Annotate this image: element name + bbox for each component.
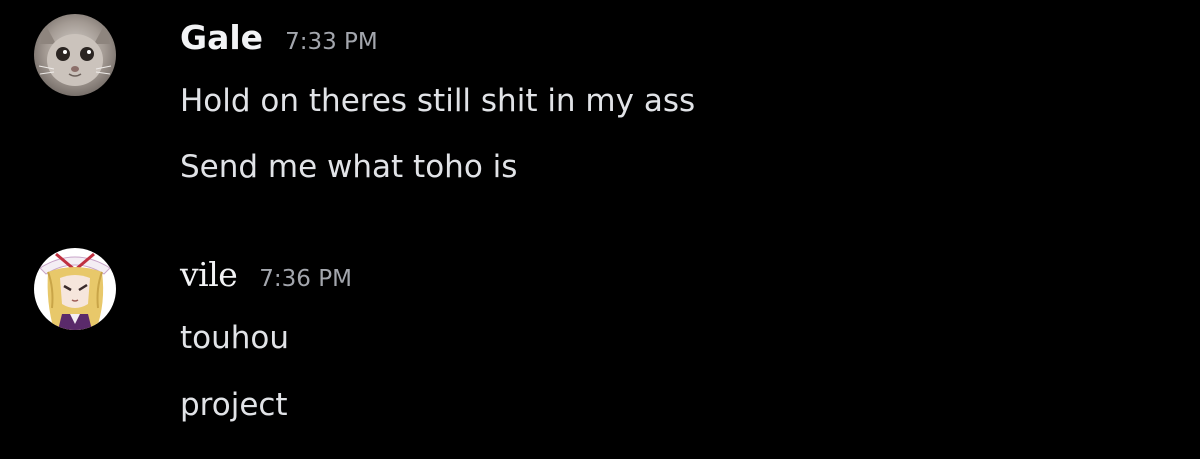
message-header: Gale 7:33 PM xyxy=(180,18,378,57)
message-text: Hold on theres still shit in my ass xyxy=(180,83,696,119)
message-text: project xyxy=(180,387,288,423)
timestamp: 7:36 PM xyxy=(259,266,352,292)
chat-messages: Gale 7:33 PM Hold on theres still shit i… xyxy=(0,0,1200,459)
message-header: vile 7:36 PM xyxy=(180,255,352,294)
timestamp: 7:33 PM xyxy=(285,29,378,55)
message-text: touhou xyxy=(180,320,290,356)
username[interactable]: vile xyxy=(180,255,238,294)
anime-girl-avatar-icon xyxy=(34,248,116,330)
avatar[interactable] xyxy=(34,248,116,330)
cat-avatar-icon xyxy=(34,14,116,96)
username[interactable]: Gale xyxy=(180,18,263,57)
avatar[interactable] xyxy=(34,14,116,96)
message-text: Send me what toho is xyxy=(180,149,518,185)
